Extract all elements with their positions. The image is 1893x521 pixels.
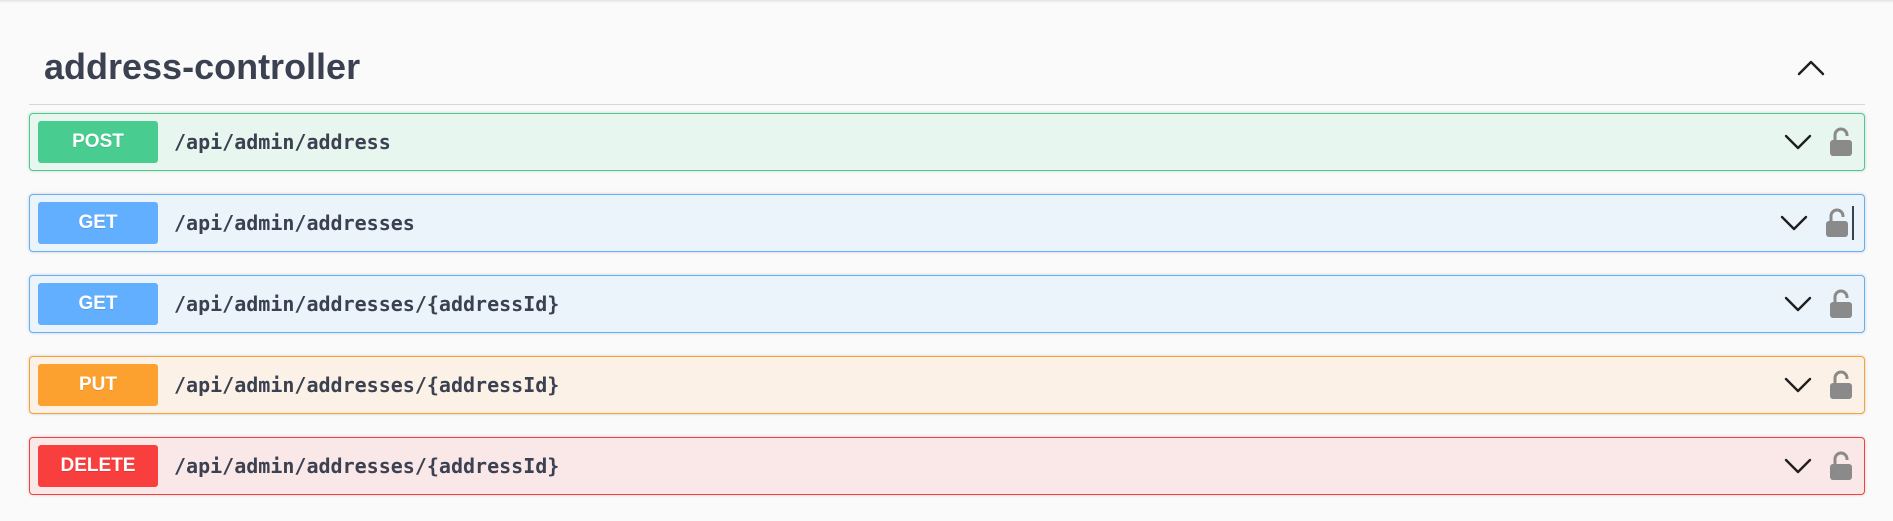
operation-path: /api/admin/addresses/{addressId}: [174, 292, 560, 316]
unlocked-padlock-icon: [1830, 289, 1852, 318]
text-cursor: [1852, 206, 1854, 240]
expand-button[interactable]: [1776, 205, 1812, 241]
chevron-up-icon: [1797, 60, 1825, 76]
authorize-button[interactable]: [1824, 205, 1850, 241]
collapse-button[interactable]: [1793, 50, 1829, 86]
chevron-down-icon: [1784, 134, 1812, 150]
operation-path: /api/admin/addresses/{addressId}: [174, 373, 560, 397]
chevron-down-icon: [1784, 377, 1812, 393]
address-controller-section: address-controller POST /api/admin/addre…: [29, 0, 1865, 495]
method-badge: GET: [38, 202, 158, 244]
chevron-down-icon: [1784, 458, 1812, 474]
expand-button[interactable]: [1780, 448, 1816, 484]
unlocked-padlock-icon: [1830, 370, 1852, 399]
operation-post-address[interactable]: POST /api/admin/address: [29, 113, 1865, 171]
unlocked-padlock-icon: [1830, 451, 1852, 480]
authorize-button[interactable]: [1828, 367, 1854, 403]
authorize-button[interactable]: [1828, 448, 1854, 484]
chevron-down-icon: [1780, 215, 1808, 231]
unlocked-padlock-icon: [1830, 127, 1852, 156]
chevron-down-icon: [1784, 296, 1812, 312]
expand-button[interactable]: [1780, 286, 1816, 322]
authorize-button[interactable]: [1828, 124, 1854, 160]
method-badge: POST: [38, 121, 158, 163]
operation-get-addresses[interactable]: GET /api/admin/addresses: [29, 194, 1865, 252]
operation-path: /api/admin/addresses: [174, 211, 415, 235]
operation-path: /api/admin/address: [174, 130, 391, 154]
method-badge: DELETE: [38, 445, 158, 487]
tag-header[interactable]: address-controller: [29, 0, 1865, 105]
operation-put-address[interactable]: PUT /api/admin/addresses/{addressId}: [29, 356, 1865, 414]
operation-delete-address[interactable]: DELETE /api/admin/addresses/{addressId}: [29, 437, 1865, 495]
method-badge: PUT: [38, 364, 158, 406]
authorize-button[interactable]: [1828, 286, 1854, 322]
operation-path: /api/admin/addresses/{addressId}: [174, 454, 560, 478]
tag-title: address-controller: [44, 46, 361, 87]
expand-button[interactable]: [1780, 367, 1816, 403]
expand-button[interactable]: [1780, 124, 1816, 160]
method-badge: GET: [38, 283, 158, 325]
operation-get-address-by-id[interactable]: GET /api/admin/addresses/{addressId}: [29, 275, 1865, 333]
unlocked-padlock-icon: [1826, 208, 1848, 237]
